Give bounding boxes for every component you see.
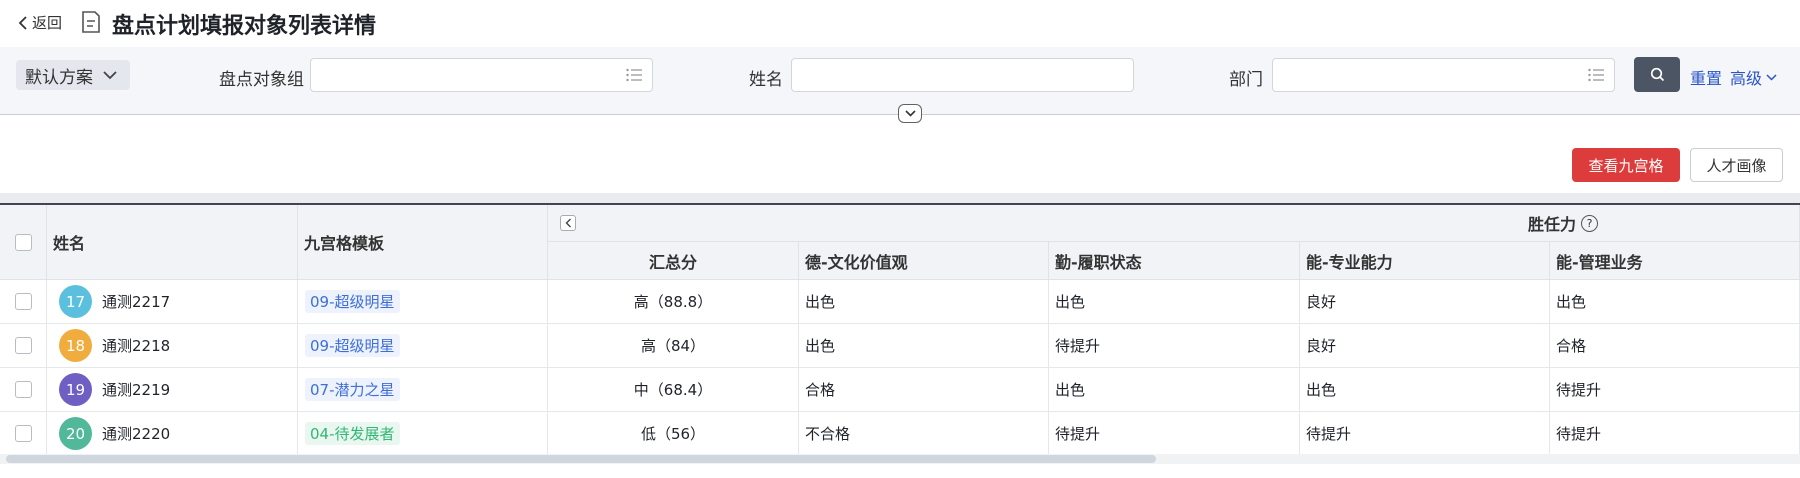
page-header: 返回 盘点计划填报对象列表详情 [0, 0, 1800, 47]
neng-mgmt-cell: 合格 [1550, 324, 1800, 368]
name-cell: 20 通测2220 [47, 412, 298, 456]
chevron-down-icon [1766, 73, 1777, 81]
scrollbar-thumb[interactable] [6, 455, 1156, 463]
list-icon[interactable] [1588, 68, 1604, 82]
name-label: 姓名 [749, 70, 783, 90]
dept-input[interactable] [1272, 58, 1615, 92]
header-name[interactable]: 姓名 [47, 205, 298, 280]
de-cell: 不合格 [799, 412, 1049, 456]
search-button[interactable] [1634, 57, 1680, 92]
avatar: 18 [59, 329, 92, 362]
neng-mgmt-cell: 待提升 [1550, 412, 1800, 456]
advanced-label: 高级 [1730, 69, 1763, 88]
neng-pro-cell: 出色 [1300, 368, 1550, 412]
group-input[interactable] [310, 58, 653, 92]
row-checkbox[interactable] [14, 425, 32, 442]
row-checkbox[interactable] [14, 381, 32, 398]
total-score-cell: 高（88.8） [548, 280, 799, 324]
template-cell: 04-待发展者 [298, 412, 548, 456]
name-cell: 18 通测2218 [47, 324, 298, 368]
select-all-checkbox[interactable] [14, 233, 32, 251]
chevron-left-icon [18, 15, 27, 30]
collapse-filter-button[interactable] [898, 104, 922, 123]
total-score-cell: 高（84） [548, 324, 799, 368]
neng-pro-cell: 良好 [1300, 280, 1550, 324]
header-neng-mgmt[interactable]: 能-管理业务 [1550, 242, 1800, 280]
de-cell: 出色 [799, 280, 1049, 324]
list-icon[interactable] [626, 68, 642, 82]
neng-mgmt-cell: 出色 [1550, 280, 1800, 324]
template-cell: 07-潜力之星 [298, 368, 548, 412]
row-checkbox[interactable] [14, 337, 32, 354]
template-tag-link[interactable]: 04-待发展者 [305, 422, 400, 445]
back-label: 返回 [32, 14, 63, 32]
name-input[interactable] [791, 58, 1134, 92]
header-group-competency: 胜任力 ? [548, 205, 1800, 242]
scheme-label: 默认方案 [25, 67, 93, 88]
template-tag-link[interactable]: 09-超级明星 [305, 334, 400, 357]
qin-cell: 待提升 [1049, 412, 1300, 456]
group-label: 盘点对象组 [219, 70, 304, 90]
template-cell: 09-超级明星 [298, 280, 548, 324]
template-tag-link[interactable]: 07-潜力之星 [305, 378, 400, 401]
reset-link[interactable]: 重置 [1690, 65, 1722, 89]
name-cell: 17 通测2217 [47, 280, 298, 324]
chevron-down-icon [904, 110, 916, 117]
neng-pro-cell: 良好 [1300, 324, 1550, 368]
qin-cell: 待提升 [1049, 324, 1300, 368]
scroll-left-button[interactable] [560, 215, 576, 231]
table-row [0, 280, 47, 324]
competency-label: 胜任力 [1528, 215, 1577, 234]
section-separator [0, 193, 1800, 203]
employee-name: 通测2217 [102, 293, 171, 311]
header-neng-pro[interactable]: 能-专业能力 [1300, 242, 1550, 280]
chevron-left-icon [565, 218, 571, 228]
total-score-cell: 中（68.4） [548, 368, 799, 412]
employee-name: 通测2220 [102, 425, 171, 443]
neng-pro-cell: 待提升 [1300, 412, 1550, 456]
qin-cell: 出色 [1049, 280, 1300, 324]
avatar: 19 [59, 373, 92, 406]
back-button[interactable]: 返回 [18, 12, 62, 33]
avatar: 17 [59, 285, 92, 318]
page-title: 盘点计划填报对象列表详情 [112, 14, 377, 39]
document-icon [82, 11, 100, 33]
table-row [0, 368, 47, 412]
de-cell: 合格 [799, 368, 1049, 412]
header-qin[interactable]: 勤-履职状态 [1049, 242, 1300, 280]
de-cell: 出色 [799, 324, 1049, 368]
advanced-link[interactable]: 高级 [1730, 65, 1777, 89]
search-icon [1650, 67, 1664, 82]
total-score-cell: 低（56） [548, 412, 799, 456]
scheme-dropdown[interactable]: 默认方案 [16, 60, 130, 90]
avatar: 20 [59, 417, 92, 450]
dept-label: 部门 [1229, 70, 1263, 90]
employee-name: 通测2219 [102, 381, 171, 399]
qin-cell: 出色 [1049, 368, 1300, 412]
header-total[interactable]: 汇总分 [548, 242, 799, 280]
neng-mgmt-cell: 待提升 [1550, 368, 1800, 412]
competency-title: 胜任力 ? [1528, 211, 1599, 235]
help-icon[interactable]: ? [1581, 214, 1599, 232]
template-tag-link[interactable]: 09-超级明星 [305, 290, 400, 313]
table-row [0, 324, 47, 368]
talent-portrait-button[interactable]: 人才画像 [1690, 148, 1783, 182]
header-select-cell [0, 205, 47, 280]
header-template[interactable]: 九宫格模板 [298, 205, 548, 280]
template-cell: 09-超级明星 [298, 324, 548, 368]
row-checkbox[interactable] [14, 293, 32, 310]
name-cell: 19 通测2219 [47, 368, 298, 412]
employee-name: 通测2218 [102, 337, 171, 355]
header-de[interactable]: 德-文化价值观 [799, 242, 1049, 280]
chevron-down-icon [103, 70, 117, 79]
data-table: 姓名 九宫格模板 胜任力 ? 汇总分 德-文化价值观 勤-履职状态 能-专业能力… [0, 203, 1800, 456]
view-grid-button[interactable]: 查看九宫格 [1572, 148, 1680, 182]
table-row [0, 412, 47, 456]
